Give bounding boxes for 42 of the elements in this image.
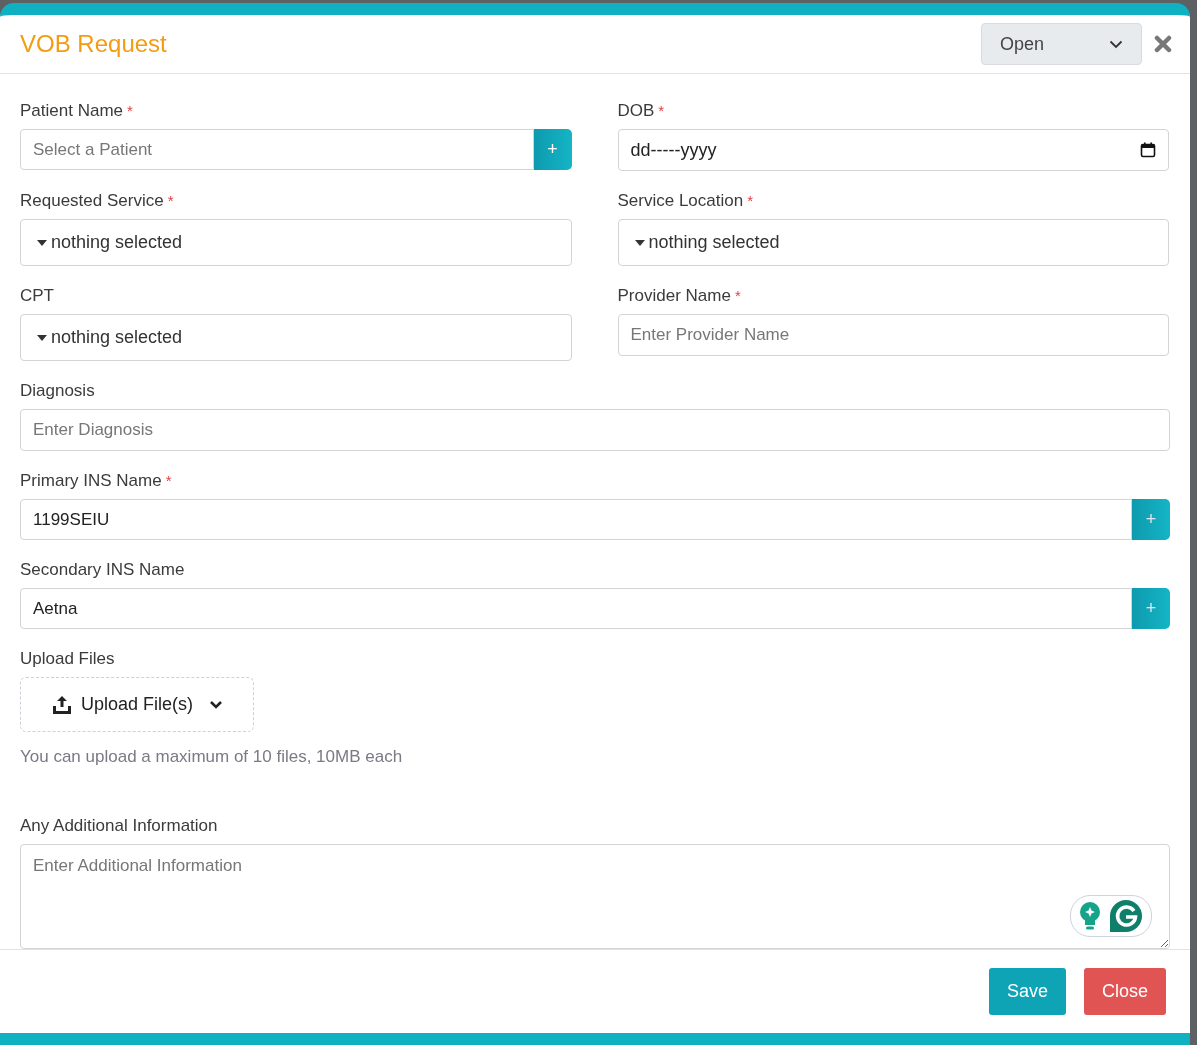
chevron-down-icon [1109,39,1123,49]
text-area[interactable]: Enter Additional Information [20,843,1170,949]
input-field[interactable]: Select a Patient [20,129,534,170]
field-label: Diagnosis [20,380,95,402]
required-mark: * [747,191,754,211]
footer-button[interactable]: Close [1083,967,1166,1015]
input-field[interactable]: Enter Provider Name [617,314,1169,356]
field-label: Patient Name [20,100,123,122]
lightbulb-icon [1079,901,1101,930]
field-label: Any Additional Information [20,814,218,837]
dropdown[interactable]: nothing selected [20,219,572,266]
field-label: Requested Service [20,190,164,212]
caret-icon [37,334,47,341]
upload-button[interactable]: Upload File(s) [20,677,255,732]
caret-icon [634,239,645,246]
caret-icon [37,239,47,246]
upload-icon [51,694,73,715]
required-mark: * [734,286,741,306]
input-field[interactable]: Aetna [20,588,1132,629]
input-field[interactable]: 1199SEIU [20,499,1132,540]
required-mark: * [658,101,665,121]
close-icon[interactable] [1154,35,1172,53]
field-label: Service Location [617,190,744,212]
field-label: Secondary INS Name [20,559,185,581]
required-mark: * [167,191,174,211]
g-logo-icon [1109,898,1143,933]
field-label: DOB [617,100,655,122]
required-mark: * [165,471,172,491]
status-select[interactable]: Open [981,23,1142,65]
dropdown[interactable]: nothing selected [617,219,1169,266]
required-mark: * [127,101,133,121]
input-field[interactable]: Enter Diagnosis [20,409,1170,451]
dropdown[interactable]: nothing selected [20,314,572,361]
field-label: CPT [20,285,54,307]
field-label: Provider Name [617,285,731,307]
field-label: Upload Files [20,648,115,670]
chevron-down-icon [209,699,224,710]
modal-title: VOB Request [20,29,167,59]
field-label: Primary INS Name [20,470,162,492]
upload-hint: You can upload a maximum of 10 files, 10MB each [20,746,404,768]
calendar-icon [1140,142,1156,158]
date-field[interactable]: dd-----yyyy [617,129,1169,171]
